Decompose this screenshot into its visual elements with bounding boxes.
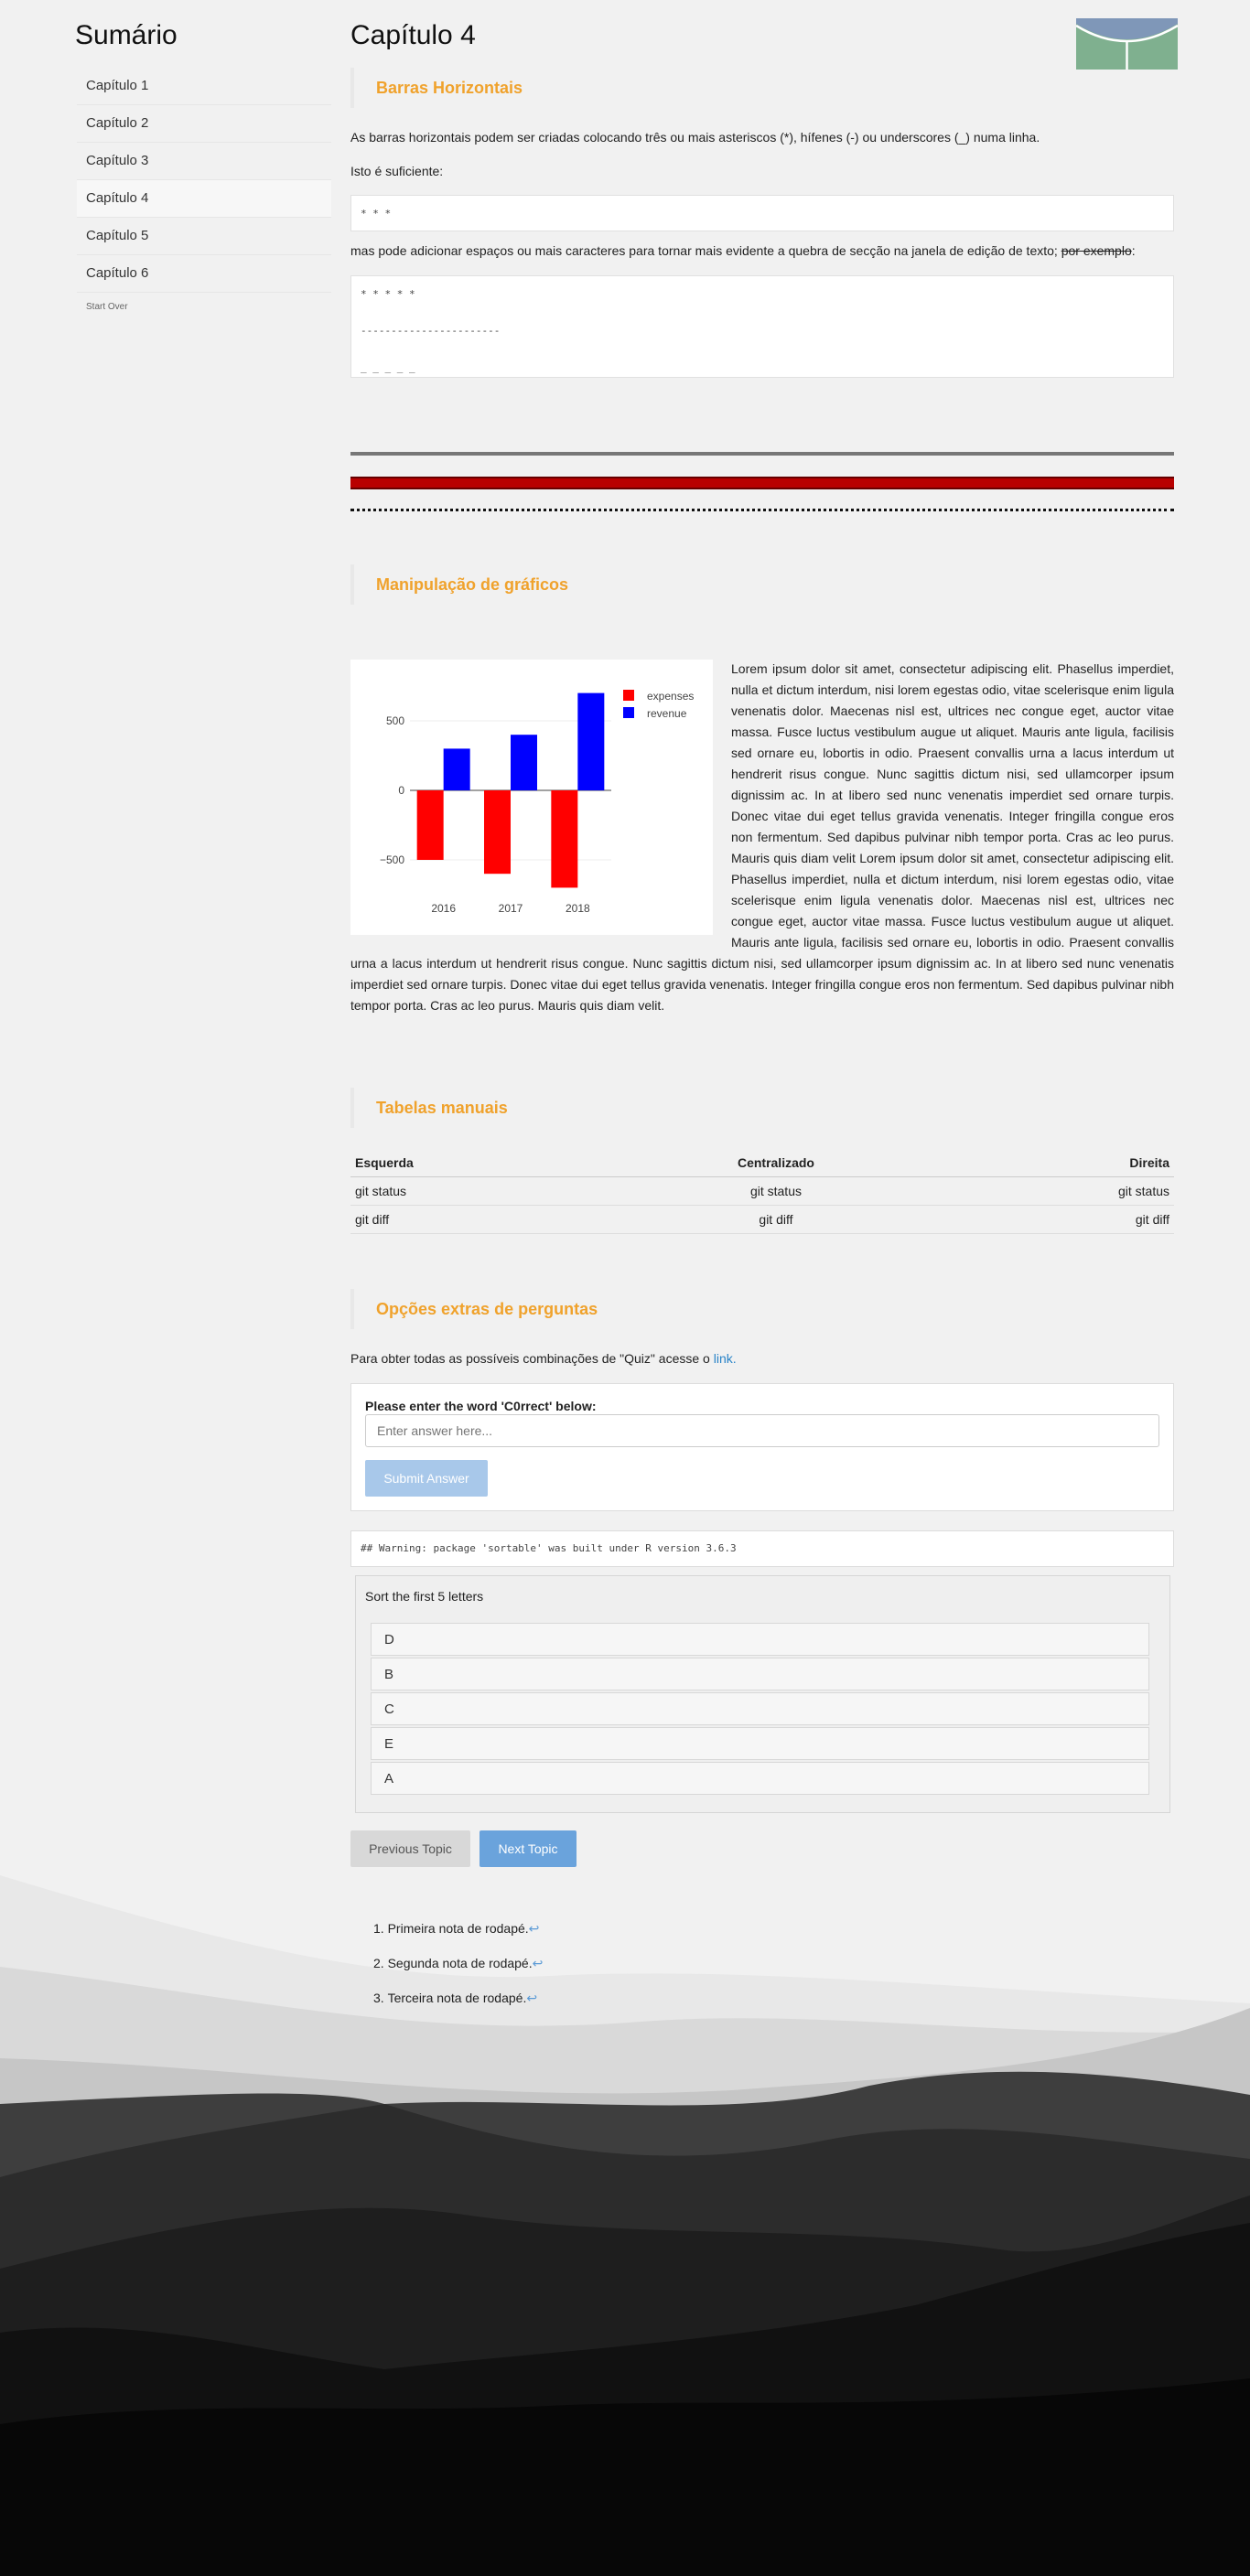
bar-expenses [416, 790, 444, 860]
code-block-1: * * * [350, 195, 1174, 231]
x-tick-label: 2017 [499, 902, 523, 915]
quiz-intro: Para obter todas as possíveis combinaçõe… [350, 1349, 1174, 1368]
code-line: * * * [361, 208, 392, 220]
strikethrough-text: por exemplo [1061, 243, 1132, 258]
footnotes-list: Primeira nota de rodapé.↩ Segunda nota d… [373, 1921, 544, 2025]
footnote-text: Primeira nota de rodapé. [387, 1921, 529, 1936]
toc-item-capitulo-3[interactable]: Capítulo 3 [77, 143, 331, 180]
more-text: mas pode adicionar espaços ou mais carac… [350, 242, 1174, 260]
quiz-panel: Please enter the word 'C0rrect' below: S… [350, 1383, 1174, 1511]
footnote-backlink[interactable]: ↩ [529, 1921, 540, 1936]
more-text-end: : [1131, 243, 1136, 258]
section-title-tables: Tabelas manuais [350, 1088, 779, 1128]
x-tick-label: 2016 [431, 902, 456, 915]
footnote-item: Terceira nota de rodapé.↩ [373, 1991, 543, 2025]
next-topic-button[interactable]: Next Topic [480, 1830, 577, 1867]
warning-output: ## Warning: package 'sortable' was built… [350, 1530, 1174, 1567]
main-content: Capítulo 4 [350, 0, 1174, 51]
table-cell: git status [350, 1176, 611, 1206]
toc-item-capitulo-5[interactable]: Capítulo 5 [77, 218, 331, 255]
section-title-quiz: Opções extras de perguntas [350, 1289, 779, 1329]
footnote-backlink[interactable]: ↩ [526, 1991, 537, 2005]
table-header-cell: Direita [941, 1149, 1174, 1177]
y-tick-label: −500 [380, 853, 404, 866]
quiz-link[interactable]: link. [714, 1351, 737, 1366]
sort-label: Sort the first 5 letters [365, 1589, 484, 1604]
unb-logo-icon [1076, 18, 1178, 70]
enough-text: Isto é suficiente: [350, 164, 444, 178]
sidebar-title: Sumário [75, 20, 178, 50]
sortable-item[interactable]: B [371, 1658, 1149, 1690]
more-text-main: mas pode adicionar espaços ou mais carac… [350, 243, 1058, 258]
table-cell: git diff [941, 1205, 1174, 1234]
bar-revenue [511, 735, 537, 790]
previous-topic-button[interactable]: Previous Topic [350, 1830, 470, 1867]
horizontal-rule-dotted [350, 509, 1174, 511]
quiz-intro-text: Para obter todas as possíveis combinaçõe… [350, 1351, 710, 1366]
table-header-cell: Esquerda [350, 1149, 611, 1177]
footnote-item: Primeira nota de rodapé.↩ [373, 1921, 543, 1956]
y-tick-label: 0 [398, 784, 404, 797]
table-row: git diff git diff git diff [350, 1205, 1174, 1234]
legend-swatch [623, 690, 634, 701]
legend-label: revenue [647, 707, 687, 720]
bar-revenue [577, 692, 605, 790]
table-cell: git diff [610, 1205, 942, 1234]
table-cell: git diff [350, 1205, 611, 1234]
horizontal-rule-red [350, 477, 1174, 489]
section-title-graphics: Manipulação de gráficos [350, 564, 779, 605]
bar-chart: 500 0 −500 2016 2017 2018 expenses revenue [380, 690, 694, 915]
table-cell: git status [941, 1176, 1174, 1206]
bar-chart-container: 500 0 −500 2016 2017 2018 expenses revenue [350, 660, 713, 935]
chapter-title: Capítulo 4 [350, 20, 476, 50]
bar-revenue [443, 748, 470, 790]
start-over-link[interactable]: Start Over [86, 302, 331, 312]
code-block-2: * * * * * ----------------------- _ _ _ … [350, 275, 1174, 378]
code-line: _ _ _ _ _ [361, 361, 415, 373]
manual-table: Esquerda Centralizado Direita git status… [350, 1149, 1174, 1234]
footnote-text: Terceira nota de rodapé. [387, 1991, 527, 2005]
horizontal-rule-gray [350, 452, 1174, 456]
legend-label: expenses [647, 690, 694, 703]
toc-item-capitulo-6[interactable]: Capítulo 6 [77, 255, 331, 293]
horizontal-bars-intro: As barras horizontais podem ser criadas … [350, 130, 1040, 145]
legend-swatch [623, 707, 634, 718]
sortable-item[interactable]: E [371, 1727, 1149, 1760]
toc-item-capitulo-1[interactable]: Capítulo 1 [77, 68, 331, 105]
quiz-question: Please enter the word 'C0rrect' below: [365, 1399, 597, 1413]
table-cell: git status [610, 1176, 942, 1206]
table-header-cell: Centralizado [610, 1149, 942, 1177]
code-line: ----------------------- [361, 325, 501, 337]
section-title-horizontal-bars: Barras Horizontais [350, 68, 779, 108]
sidebar-toc: Sumário Capítulo 1 Capítulo 2 Capítulo 3… [75, 0, 331, 312]
x-tick-label: 2018 [566, 902, 590, 915]
sortable-item[interactable]: C [371, 1692, 1149, 1725]
toc-item-capitulo-2[interactable]: Capítulo 2 [77, 105, 331, 143]
toc-item-capitulo-4[interactable]: Capítulo 4 [77, 180, 331, 218]
table-header-row: Esquerda Centralizado Direita [350, 1149, 1174, 1177]
footnote-text: Segunda nota de rodapé. [387, 1956, 533, 1970]
table-row: git status git status git status [350, 1176, 1174, 1206]
sortable-panel: Sort the first 5 letters D B C E A [355, 1575, 1170, 1813]
submit-answer-button[interactable]: Submit Answer [365, 1460, 488, 1497]
bar-expenses [484, 790, 511, 875]
bar-expenses [551, 790, 578, 888]
y-tick-label: 500 [386, 714, 404, 727]
sortable-item[interactable]: A [371, 1762, 1149, 1795]
answer-input[interactable] [365, 1414, 1159, 1447]
mountain-landscape-background [0, 1875, 1250, 2576]
footnote-backlink[interactable]: ↩ [533, 1956, 544, 1970]
sortable-item[interactable]: D [371, 1623, 1149, 1656]
code-line: * * * * * [361, 288, 415, 300]
footnote-item: Segunda nota de rodapé.↩ [373, 1956, 544, 1991]
